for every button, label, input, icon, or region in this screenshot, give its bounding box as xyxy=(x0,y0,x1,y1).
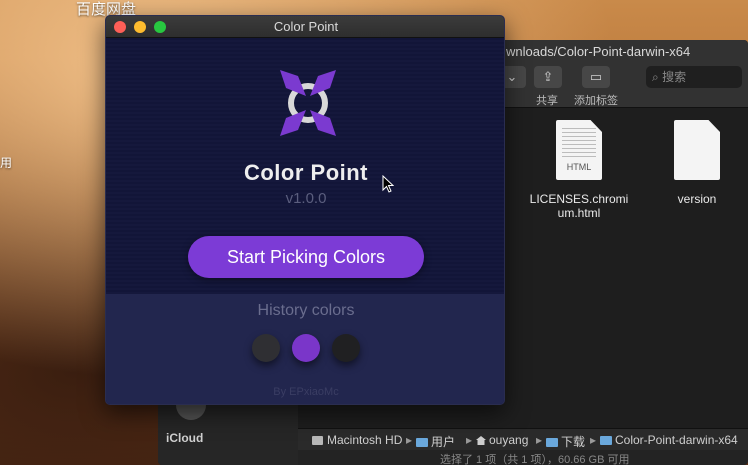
history-swatch[interactable] xyxy=(252,334,280,362)
color-point-window: Color Point Color Point v1.0.0 Start Pic… xyxy=(105,15,505,405)
history-swatch[interactable] xyxy=(292,334,320,362)
path-item-home[interactable]: ouyang xyxy=(476,433,528,447)
path-item-macintosh-hd[interactable]: Macintosh HD xyxy=(312,433,402,447)
mouse-cursor-icon xyxy=(382,175,394,193)
folder-icon xyxy=(416,438,428,447)
file-item-licenses[interactable]: HTML LICENSES.chromi um.html xyxy=(524,120,634,220)
add-tag-label: 添加标签 xyxy=(574,95,618,107)
desktop-icon-label[interactable]: 用 xyxy=(0,154,12,171)
path-separator: ▸ xyxy=(590,433,597,447)
path-item-users[interactable]: 用户 xyxy=(416,433,455,450)
start-picking-colors-button[interactable]: Start Picking Colors xyxy=(188,236,424,278)
hard-disk-icon xyxy=(312,436,323,445)
html-file-icon: HTML xyxy=(556,120,602,180)
tag-icon: ▭ xyxy=(589,69,603,84)
folder-icon xyxy=(546,438,558,447)
history-title: History colors xyxy=(257,302,355,319)
path-item-downloads[interactable]: 下载 xyxy=(546,433,585,450)
window-titlebar[interactable]: Color Point xyxy=(106,16,504,38)
file-item-version[interactable]: version xyxy=(662,120,732,206)
finder-window-title: wnloads/Color-Point-darwin-x64 xyxy=(506,44,691,59)
search-icon: ⌕ xyxy=(652,70,659,84)
sidebar-section-icloud: iCloud xyxy=(166,431,204,445)
path-separator: ▸ xyxy=(406,433,413,447)
add-tag-button[interactable]: ▭ xyxy=(582,66,610,88)
app-name: Color Point xyxy=(243,160,369,185)
path-bar: Macintosh HD ▸ 用户 ▸ ouyang ▸ 下载 ▸ Color-… xyxy=(298,428,748,450)
path-item-color-point[interactable]: Color-Point-darwin-x64 xyxy=(600,433,738,447)
document-file-icon xyxy=(674,120,720,180)
path-separator: ▸ xyxy=(536,433,543,447)
status-bar: 选择了 1 项（共 1 项），60.66 GB 可用 xyxy=(298,450,748,465)
search-placeholder: 搜索 xyxy=(662,70,687,84)
footer-credit: By EPxiaoMc xyxy=(273,386,339,398)
color-point-logo-icon xyxy=(280,70,336,136)
history-swatch[interactable] xyxy=(332,334,360,362)
file-name-line-2: um.html xyxy=(557,206,601,220)
folder-icon xyxy=(600,436,612,445)
path-separator: ▸ xyxy=(466,433,473,447)
home-icon xyxy=(476,436,486,445)
history-panel: History colors By EPxiaoMc xyxy=(106,294,504,404)
app-version: v1.0.0 xyxy=(285,190,327,207)
share-icon: ⇪ xyxy=(542,69,554,84)
file-name: version xyxy=(677,192,717,206)
file-type-tag: HTML xyxy=(566,162,592,172)
share-button[interactable]: ⇪ xyxy=(534,66,562,88)
status-text: 选择了 1 项（共 1 项），60.66 GB 可用 xyxy=(440,454,630,465)
share-label: 共享 xyxy=(536,95,558,107)
file-name-line-1: LICENSES.chromi xyxy=(529,192,629,206)
window-title: Color Point xyxy=(273,19,339,34)
search-field[interactable]: ⌕ 搜索 xyxy=(646,66,742,88)
app-main-panel: Color Point v1.0.0 Start Picking Colors xyxy=(106,38,504,294)
